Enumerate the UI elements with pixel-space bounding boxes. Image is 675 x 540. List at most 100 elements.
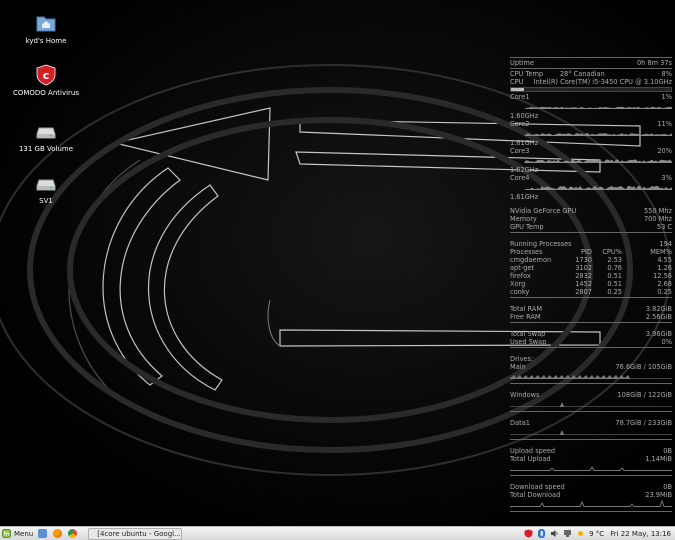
core-label: Core3 bbox=[510, 147, 530, 155]
drive-row: Data1 78.7GiB / 233GiB bbox=[510, 419, 672, 427]
core-percent: 11% bbox=[657, 120, 672, 128]
drive-usage: 78.7GiB / 233GiB bbox=[615, 419, 672, 427]
uptime-value: 0h 8m 37s bbox=[636, 59, 672, 67]
total-ram-label: Total RAM bbox=[510, 305, 543, 313]
process-mem: 2.68 bbox=[657, 280, 672, 288]
free-ram-label: Free RAM bbox=[510, 313, 541, 321]
conky-monitor: Uptime 0h 8m 37s CPU Temp 28° Canadian 8… bbox=[510, 56, 672, 513]
total-download-row: Total Download 23.9MiB bbox=[510, 491, 672, 499]
process-header-cpu: CPU% bbox=[602, 248, 622, 256]
launcher-file-manager[interactable] bbox=[35, 528, 50, 540]
process-pid: 2807 bbox=[575, 288, 592, 296]
taskbar-window-button[interactable]: [4core ubuntu - Googl... bbox=[88, 527, 183, 540]
bluetooth-icon[interactable] bbox=[537, 529, 546, 538]
system-tray: 9 °C Fri 22 May, 13:16 bbox=[522, 528, 675, 540]
weather-icon[interactable] bbox=[576, 529, 585, 538]
drive-io-graph bbox=[510, 402, 672, 407]
drive-io-graph bbox=[510, 430, 672, 435]
total-ram-value: 3.82GiB bbox=[645, 305, 672, 313]
download-graph bbox=[510, 499, 672, 507]
gpu-temp-label: GPU Temp bbox=[510, 223, 544, 231]
process-row: Xorg 1452 0.51 2.68 bbox=[510, 280, 672, 288]
process-row: cmgdaemon 1730 2.53 4.55 bbox=[510, 256, 672, 264]
total-swap-row: Total Swap 3.96GiB bbox=[510, 330, 672, 338]
desktop-icon-comodo[interactable]: c COMODO Antivirus bbox=[6, 64, 86, 97]
desktop-icon-label: kyd's Home bbox=[25, 37, 67, 45]
volume-icon[interactable] bbox=[550, 529, 559, 538]
core-label: Core2 bbox=[510, 120, 530, 128]
total-swap-label: Total Swap bbox=[510, 330, 546, 338]
desktop-icon-label: COMODO Antivirus bbox=[12, 89, 80, 97]
taskbar-window-title: [4core ubuntu - Googl... bbox=[97, 529, 181, 538]
network-icon[interactable] bbox=[563, 529, 572, 538]
process-name: Xorg bbox=[510, 280, 526, 288]
core-frequency: 1.62GHz bbox=[510, 166, 539, 174]
comodo-tray-icon[interactable] bbox=[524, 529, 533, 538]
desktop-icon-home[interactable]: kyd's Home bbox=[6, 12, 86, 45]
cpu-row: CPU Intel(R) Core(TM) i5-3450 CPU @ 3.10… bbox=[510, 78, 672, 86]
used-swap-value: 0% bbox=[661, 338, 672, 346]
gpu-temp-value: 53 C bbox=[656, 223, 672, 231]
process-header-name: Processes bbox=[510, 248, 543, 256]
drive-usage: 108GiB / 122GiB bbox=[617, 391, 672, 399]
clock[interactable]: Fri 22 May, 13:16 bbox=[610, 530, 671, 538]
process-row: firefox 2832 0.51 12.56 bbox=[510, 272, 672, 280]
process-name: firefox bbox=[510, 272, 531, 280]
core-frequency-row: 1.60GHz bbox=[510, 112, 672, 120]
process-row: apt-get 3102 0.76 1.26 bbox=[510, 264, 672, 272]
launcher-chrome[interactable] bbox=[65, 528, 80, 540]
mint-menu-icon bbox=[2, 529, 11, 538]
process-header: Processes PID CPU% MEM% bbox=[510, 248, 672, 256]
upload-graph bbox=[510, 465, 672, 471]
total-download-value: 23.9MiB bbox=[645, 491, 672, 499]
uptime-row: Uptime 0h 8m 37s bbox=[510, 59, 672, 67]
firefox-icon bbox=[53, 529, 63, 538]
cpu-usage-bar-fill bbox=[511, 88, 524, 91]
comodo-shield-icon: c bbox=[36, 64, 56, 86]
cpu-usage-bar bbox=[510, 87, 672, 92]
download-speed-value: 0B bbox=[663, 483, 672, 491]
drive-list: Main 76.6GiB / 105GiB Windows 108GiB / 122G… bbox=[510, 363, 672, 440]
download-speed-label: Download speed bbox=[510, 483, 565, 491]
drive-row: Main 76.6GiB / 105GiB bbox=[510, 363, 672, 371]
menu-label: Menu bbox=[14, 529, 34, 538]
drives-heading-row: Drives: bbox=[510, 355, 672, 363]
process-cpu: 0.51 bbox=[607, 280, 622, 288]
divider bbox=[510, 347, 672, 348]
core-frequency-row: 1.62GHz bbox=[510, 166, 672, 174]
launcher-firefox[interactable] bbox=[50, 528, 65, 540]
menu-button[interactable]: Menu bbox=[0, 528, 35, 540]
process-pid: 3102 bbox=[575, 264, 592, 272]
cpu-temp-label: CPU Temp bbox=[510, 70, 544, 78]
desktop-icon-sv1[interactable]: SV1 bbox=[6, 172, 86, 205]
drive-icon bbox=[36, 127, 56, 139]
drive-label: Main bbox=[510, 363, 526, 371]
process-cpu: 0.51 bbox=[607, 272, 622, 280]
process-name: apt-get bbox=[510, 264, 535, 272]
gpu-clock: 550 Mhz bbox=[643, 207, 672, 215]
total-swap-value: 3.96GiB bbox=[645, 330, 672, 338]
process-cpu: 0.25 bbox=[607, 288, 622, 296]
desktop-icon-131gb-volume[interactable]: 131 GB Volume bbox=[6, 120, 86, 153]
process-mem: 12.56 bbox=[653, 272, 672, 280]
temperature-label[interactable]: 9 °C bbox=[589, 530, 604, 538]
core-frequency-row: 1.61GHz bbox=[510, 139, 672, 147]
running-processes-label: Running Processes bbox=[510, 240, 572, 248]
core-usage-graph bbox=[510, 159, 672, 163]
core-usage-graph bbox=[510, 133, 672, 136]
core-percent: 3% bbox=[661, 174, 672, 182]
divider bbox=[510, 383, 672, 384]
gpu-label: NVidia GeForce GPU bbox=[510, 207, 577, 215]
process-pid: 2832 bbox=[575, 272, 592, 280]
core-row: Core2 11% bbox=[510, 120, 672, 128]
drive-label: Windows bbox=[510, 391, 540, 399]
core-frequency: 1.61GHz bbox=[510, 139, 539, 147]
core-usage-graph bbox=[510, 186, 672, 190]
core-frequency-row: 1.61GHz bbox=[510, 193, 672, 201]
total-ram-row: Total RAM 3.82GiB bbox=[510, 305, 672, 313]
cpu-total-percent: 8% bbox=[661, 70, 672, 78]
divider bbox=[510, 297, 672, 298]
gpu-temp-row: GPU Temp 53 C bbox=[510, 223, 672, 231]
core-label: Core1 bbox=[510, 93, 530, 101]
divider bbox=[510, 322, 672, 323]
